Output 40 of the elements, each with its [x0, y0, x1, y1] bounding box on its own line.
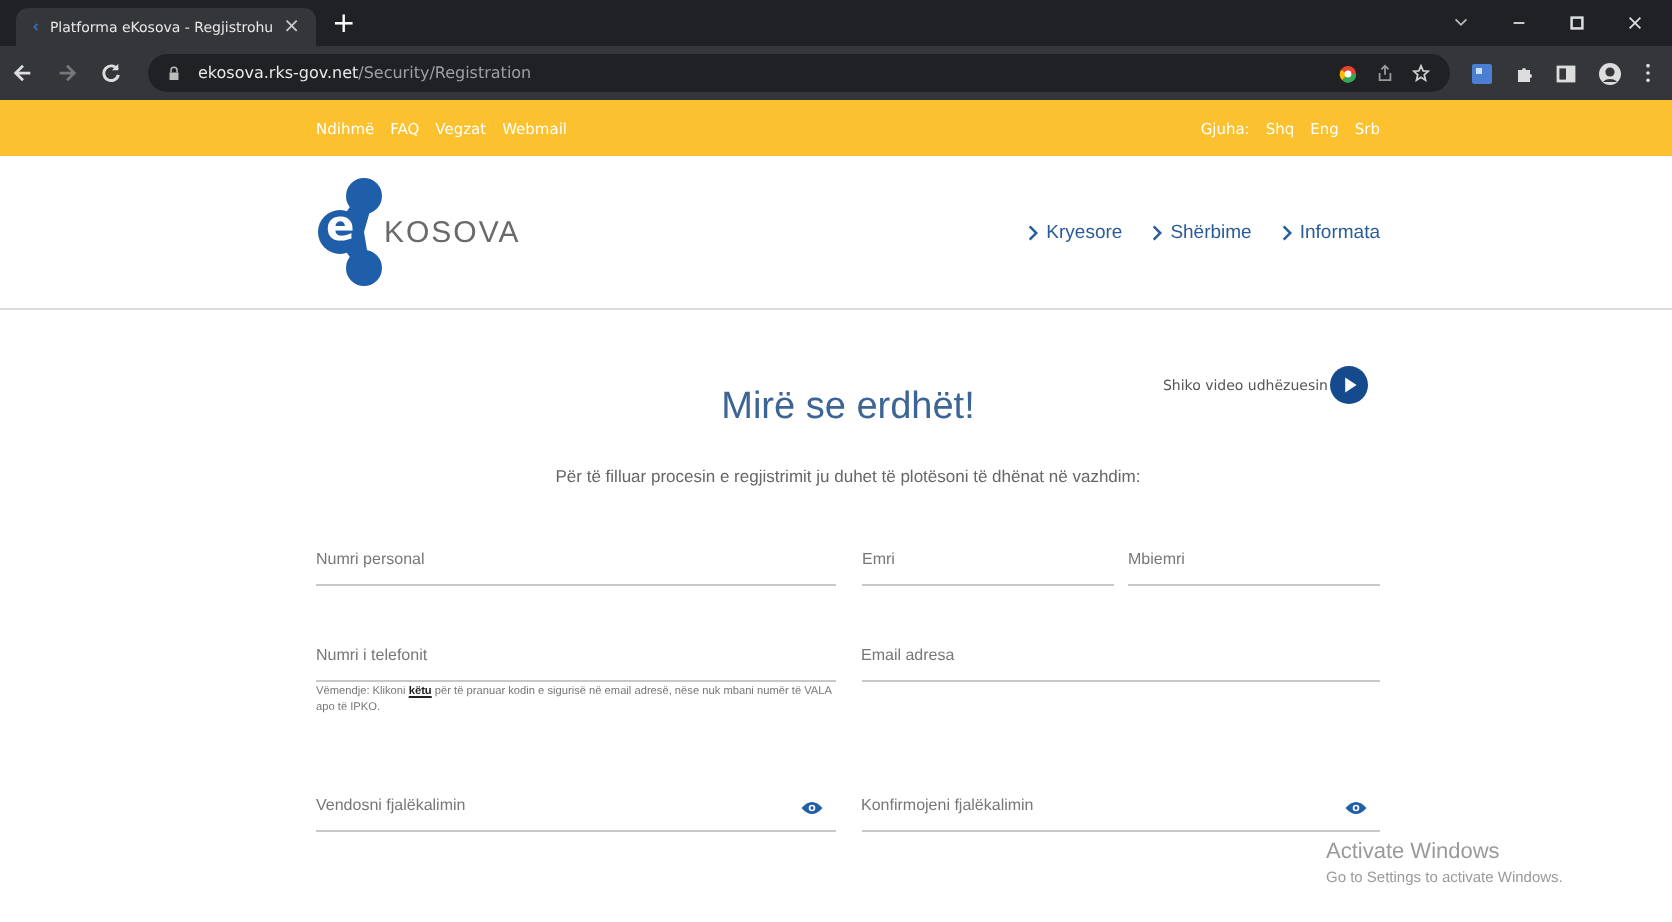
- nav-link[interactable]: Informata: [1281, 221, 1380, 243]
- password-field[interactable]: Konfirmojeni fjalëkalimin: [861, 784, 1380, 833]
- restore-icon[interactable]: [1568, 14, 1586, 32]
- share-icon[interactable]: [1376, 64, 1394, 82]
- close-icon[interactable]: [1626, 14, 1644, 32]
- show-password-icon[interactable]: [799, 800, 823, 817]
- activation-title: Activate Windows: [1326, 840, 1502, 864]
- text-field[interactable]: Emri: [862, 538, 1114, 586]
- side-panel-icon[interactable]: [1556, 63, 1576, 83]
- text-field[interactable]: Numri personal: [316, 538, 836, 586]
- chevron-icon: [1028, 223, 1039, 241]
- show-password-icon[interactable]: [1344, 800, 1368, 817]
- chevron-icon: [1152, 223, 1163, 241]
- favicon-icon: [32, 18, 40, 36]
- intro-text: Për të filluar procesin e regjistrimit ju duhet të plotësoni të dhënat në vazhdim:: [553, 466, 1143, 486]
- play-icon[interactable]: [1330, 366, 1368, 404]
- reload-icon[interactable]: [100, 62, 122, 84]
- nav-link[interactable]: Shërbime: [1152, 221, 1252, 243]
- page-title: Mirë se erdhët!: [721, 384, 975, 430]
- star-icon[interactable]: [1412, 64, 1430, 82]
- chevron-icon: [1281, 223, 1292, 241]
- text-field[interactable]: Mbiemri: [1128, 538, 1380, 586]
- profile-icon[interactable]: [1598, 61, 1622, 85]
- back-icon[interactable]: [12, 62, 34, 84]
- ekosova-logo[interactable]: e KOSOVA: [316, 176, 521, 288]
- lock-icon: [168, 65, 180, 81]
- password-field[interactable]: Vendosni fjalëkalimin: [316, 784, 835, 833]
- text-field[interactable]: Numri i telefonit: [316, 634, 835, 682]
- url-text: ekosova.rks-gov.net/Security/Registration: [198, 64, 532, 82]
- close-tab-button[interactable]: ×: [283, 16, 300, 38]
- extensions-icon[interactable]: [1514, 63, 1534, 83]
- address-bar[interactable]: ekosova.rks-gov.net/Security/Registration: [148, 54, 1450, 92]
- text-field[interactable]: Email adresa: [861, 634, 1380, 682]
- nav-link[interactable]: Kryesore: [1028, 221, 1123, 243]
- forward-icon[interactable]: [56, 62, 78, 84]
- tab-list-icon[interactable]: [1452, 14, 1470, 32]
- new-tab-button[interactable]: +: [332, 7, 356, 39]
- google-icon[interactable]: [1338, 63, 1358, 83]
- menu-icon[interactable]: [1644, 62, 1652, 84]
- translate-icon[interactable]: [1472, 63, 1492, 83]
